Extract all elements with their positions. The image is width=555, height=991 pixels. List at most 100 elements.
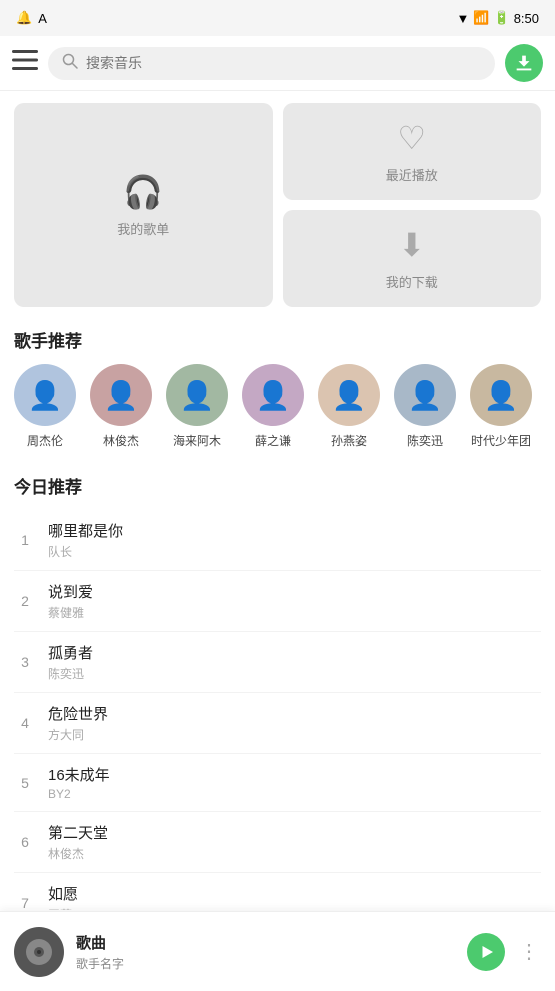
song-title: 第二天堂 (48, 822, 541, 843)
search-bar[interactable] (48, 47, 495, 80)
artists-section: 歌手推荐 👤 周杰伦 👤 林俊杰 👤 海来阿木 👤 薛之谦 👤 孙燕姿 👤 陈奕… (14, 327, 541, 453)
recent-play-card[interactable]: ♡ 最近播放 (283, 103, 542, 200)
song-title: 16未成年 (48, 764, 541, 785)
my-download-label: 我的下载 (386, 272, 438, 291)
artist-item[interactable]: 👤 时代少年团 (470, 364, 532, 449)
more-options-button[interactable]: ⋮ (519, 939, 541, 964)
wifi-icon: ▼ (456, 11, 469, 26)
my-playlist-label: 我的歌单 (117, 219, 169, 238)
artist-name: G.E.M.邓紫棋 (540, 432, 541, 449)
artist-item[interactable]: 👤 林俊杰 (90, 364, 152, 449)
artist-name: 时代少年团 (471, 432, 531, 449)
song-artist: 方大同 (48, 726, 541, 743)
song-info: 第二天堂 林俊杰 (48, 822, 541, 862)
artist-item[interactable]: 👤 孙燕姿 (318, 364, 380, 449)
artists-title: 歌手推荐 (14, 327, 541, 352)
artist-name: 陈奕迅 (407, 432, 443, 449)
song-item[interactable]: 1 哪里都是你 队长 (14, 510, 541, 571)
artist-name: 孙燕姿 (331, 432, 367, 449)
song-number: 4 (14, 715, 36, 731)
download-button[interactable] (505, 44, 543, 82)
top-cards: 🎧 我的歌单 ♡ 最近播放 ⬇ 我的下载 (14, 103, 541, 307)
now-playing-title: 歌曲 (76, 932, 455, 953)
download-icon: ⬇ (398, 226, 425, 264)
artist-item[interactable]: 👤 周杰伦 (14, 364, 76, 449)
song-number: 2 (14, 593, 36, 609)
song-number: 1 (14, 532, 36, 548)
song-number: 5 (14, 775, 36, 791)
headphone-icon: 🎧 (123, 173, 163, 211)
song-item[interactable]: 7 如愿 王菲 (14, 873, 541, 910)
now-playing-bar: 歌曲 歌手名字 ⋮ (0, 911, 555, 991)
artist-name: 薛之谦 (255, 432, 291, 449)
song-artist: 队长 (48, 543, 541, 560)
song-title: 如愿 (48, 883, 541, 904)
notification-icon: 🔔 (16, 10, 32, 26)
artist-face: 👤 (256, 379, 291, 412)
artist-avatar: 👤 (242, 364, 304, 426)
artist-avatar: 👤 (90, 364, 152, 426)
today-section: 今日推荐 1 哪里都是你 队长 2 说到爱 蔡健雅 3 孤勇者 陈奕迅 4 危险… (14, 473, 541, 910)
artist-face: 👤 (28, 379, 63, 412)
artist-avatar: 👤 (166, 364, 228, 426)
artist-face: 👤 (484, 379, 519, 412)
artist-item[interactable]: 👤 陈奕迅 (394, 364, 456, 449)
song-artist: 蔡健雅 (48, 604, 541, 621)
my-playlist-card[interactable]: 🎧 我的歌单 (14, 103, 273, 307)
song-item[interactable]: 2 说到爱 蔡健雅 (14, 571, 541, 632)
artist-face: 👤 (332, 379, 367, 412)
battery-icon: 🔋 (494, 10, 510, 26)
song-title: 说到爱 (48, 581, 541, 602)
song-artist: 陈奕迅 (48, 665, 541, 682)
artist-avatar: 👤 (318, 364, 380, 426)
song-info: 说到爱 蔡健雅 (48, 581, 541, 621)
artists-scroll: 👤 周杰伦 👤 林俊杰 👤 海来阿木 👤 薛之谦 👤 孙燕姿 👤 陈奕迅 👤 时… (14, 364, 541, 453)
play-button[interactable] (467, 933, 505, 971)
now-playing-controls: ⋮ (467, 933, 541, 971)
now-playing-info: 歌曲 歌手名字 (76, 932, 455, 972)
song-number: 3 (14, 654, 36, 670)
artist-name: 周杰伦 (27, 432, 63, 449)
artist-face: 👤 (408, 379, 443, 412)
my-download-card[interactable]: ⬇ 我的下载 (283, 210, 542, 307)
song-info: 危险世界 方大同 (48, 703, 541, 743)
artist-face: 👤 (180, 379, 215, 412)
time: 8:50 (514, 11, 539, 26)
song-title: 孤勇者 (48, 642, 541, 663)
song-number: 6 (14, 834, 36, 850)
artist-face: 👤 (104, 379, 139, 412)
song-item[interactable]: 3 孤勇者 陈奕迅 (14, 632, 541, 693)
header (0, 36, 555, 91)
song-artist: BY2 (48, 787, 541, 801)
song-info: 16未成年 BY2 (48, 764, 541, 801)
menu-icon[interactable] (12, 50, 38, 76)
heart-icon: ♡ (397, 119, 426, 157)
song-item[interactable]: 4 危险世界 方大同 (14, 693, 541, 754)
song-number: 7 (14, 895, 36, 910)
recent-play-label: 最近播放 (386, 165, 438, 184)
song-title: 哪里都是你 (48, 520, 541, 541)
artist-name: 海来阿木 (173, 432, 221, 449)
song-item[interactable]: 6 第二天堂 林俊杰 (14, 812, 541, 873)
search-icon (62, 53, 78, 74)
song-artist: 林俊杰 (48, 845, 541, 862)
main-content: 🎧 我的歌单 ♡ 最近播放 ⬇ 我的下载 歌手推荐 👤 周杰伦 👤 林俊杰 👤 (0, 91, 555, 910)
status-left: 🔔 A (16, 10, 47, 26)
artist-avatar: 👤 (14, 364, 76, 426)
now-playing-artist: 歌手名字 (76, 955, 455, 972)
status-bar: 🔔 A ▼ 📶 🔋 8:50 (0, 0, 555, 36)
search-input[interactable] (86, 55, 481, 71)
artist-item[interactable]: 👤 海来阿木 (166, 364, 228, 449)
now-playing-thumbnail (14, 927, 64, 977)
song-info: 如愿 王菲 (48, 883, 541, 910)
artist-item[interactable]: 👤 薛之谦 (242, 364, 304, 449)
artist-avatar: 👤 (394, 364, 456, 426)
signal-icon: 📶 (473, 10, 489, 26)
song-title: 危险世界 (48, 703, 541, 724)
song-list: 1 哪里都是你 队长 2 说到爱 蔡健雅 3 孤勇者 陈奕迅 4 危险世界 方大… (14, 510, 541, 910)
song-artist: 王菲 (48, 906, 541, 910)
song-item[interactable]: 5 16未成年 BY2 (14, 754, 541, 812)
artist-avatar: 👤 (470, 364, 532, 426)
status-icons: ▼ 📶 🔋 8:50 (456, 10, 539, 26)
song-info: 孤勇者 陈奕迅 (48, 642, 541, 682)
